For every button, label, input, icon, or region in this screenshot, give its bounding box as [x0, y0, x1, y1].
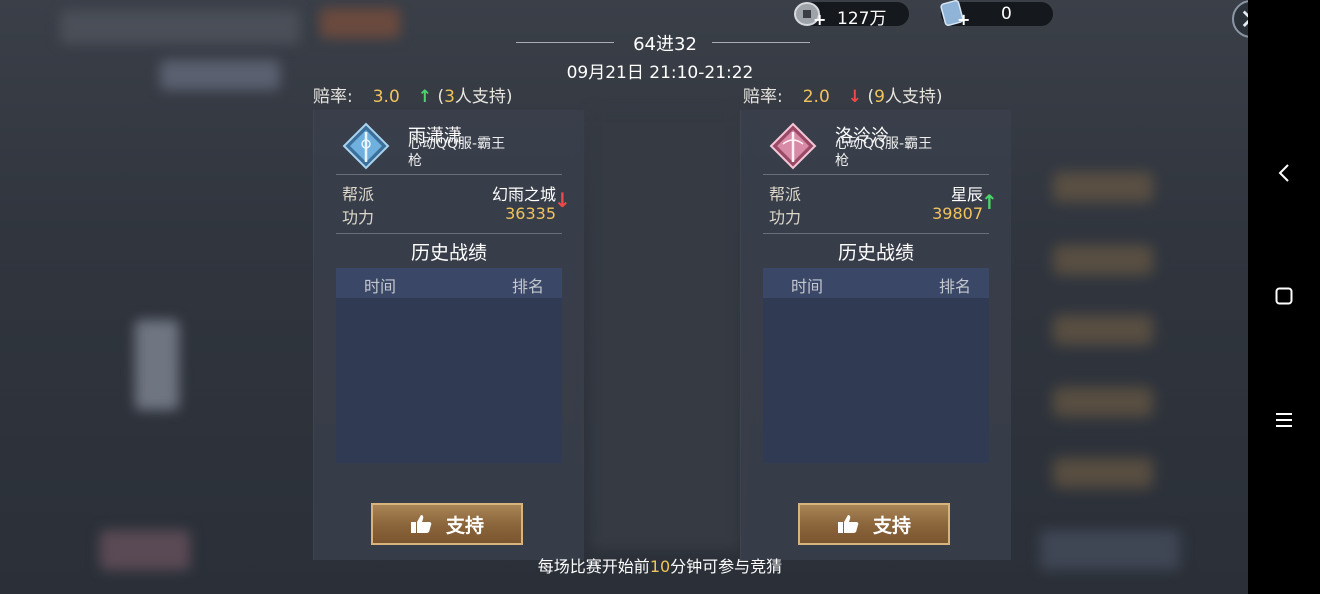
coin-value: 127万 [837, 9, 887, 29]
ticket-resource[interactable]: + 0 [940, 0, 1053, 27]
history-table-header: 时间 排名 [336, 268, 562, 298]
guild-value: 星辰 [950, 185, 983, 204]
divider [336, 233, 562, 234]
menu-button[interactable] [1248, 400, 1320, 440]
col-rank: 排名 [511, 277, 544, 296]
player-panel-right: 洛泠泠 心动QQ服-霸王枪 帮派 星辰 功力 39807 ↑ 历史战绩 时间 排… [740, 110, 1011, 560]
menu-lines-icon [1276, 413, 1292, 427]
col-rank: 排名 [938, 277, 971, 296]
odds-value: 3.0 [372, 87, 400, 107]
power-value: 39807 [932, 204, 983, 223]
power-label: 功力 [769, 208, 802, 227]
svg-text:+: + [957, 10, 970, 27]
coin-resource[interactable]: + 127万 [794, 2, 909, 29]
spear-emblem-icon [342, 122, 390, 170]
divider [763, 174, 989, 175]
odds-right: 赔率: 2.0 ↓ (9人支持) [743, 82, 943, 107]
power-label: 功力 [342, 208, 375, 227]
match-round: 64进32 [516, 30, 810, 56]
guild-label: 帮派 [342, 185, 375, 204]
coin-stack-icon: + [794, 2, 825, 27]
divider [763, 233, 989, 234]
thumbs-up-icon [410, 515, 432, 533]
arrow-up-icon: ↑ [417, 87, 433, 107]
player-server: 心动QQ服-霸王枪 [408, 136, 506, 169]
guild-label: 帮派 [769, 185, 802, 204]
round-label: 64进32 [633, 34, 697, 55]
arrow-up-icon: ↑ [981, 190, 998, 214]
support-button[interactable]: 支持 [371, 503, 523, 545]
back-icon [1278, 164, 1289, 182]
support-label: 支持 [445, 514, 484, 537]
history-table: 时间 排名 [763, 268, 989, 463]
back-button[interactable] [1248, 153, 1320, 193]
player-panel-left: 雨潇潇 心动QQ服-霸王枪 帮派 幻雨之城 功力 36335 ↓ 历史战绩 时间… [313, 110, 584, 560]
col-time: 时间 [364, 277, 397, 296]
thumbs-up-icon [837, 515, 859, 533]
odds-label: 赔率: [743, 87, 783, 107]
power-value: 36335 [505, 204, 556, 223]
betting-note: 每场比赛开始前10分钟可参与竞猜 [537, 557, 783, 576]
ticket-scroll-icon: + [940, 0, 970, 27]
supporters: (3人支持) [437, 87, 513, 107]
match-datetime: 09月21日 21:10-21:22 [566, 63, 754, 83]
odds-value: 2.0 [802, 87, 830, 107]
home-square-icon [1275, 287, 1293, 305]
divider [336, 174, 562, 175]
home-button[interactable] [1248, 276, 1320, 316]
history-table-header: 时间 排名 [763, 268, 989, 298]
history-title: 历史战绩 [837, 242, 914, 264]
arrow-down-icon: ↓ [554, 188, 571, 212]
spear-emblem-icon [769, 122, 817, 170]
arrow-down-icon: ↓ [847, 87, 863, 107]
odds-left: 赔率: 3.0 ↑ (3人支持) [313, 82, 513, 107]
history-table: 时间 排名 [336, 268, 562, 463]
player-server: 心动QQ服-霸王枪 [835, 136, 933, 169]
history-title: 历史战绩 [410, 242, 487, 264]
supporters: (9人支持) [867, 87, 943, 107]
svg-text:+: + [813, 10, 825, 27]
support-label: 支持 [872, 514, 911, 537]
guild-value: 幻雨之城 [491, 185, 556, 204]
system-nav-bar [1248, 0, 1320, 594]
support-button[interactable]: 支持 [798, 503, 950, 545]
blurred-game-background [0, 0, 1248, 594]
ticket-value: 0 [1001, 4, 1012, 24]
odds-label: 赔率: [313, 87, 353, 107]
col-time: 时间 [791, 277, 824, 296]
